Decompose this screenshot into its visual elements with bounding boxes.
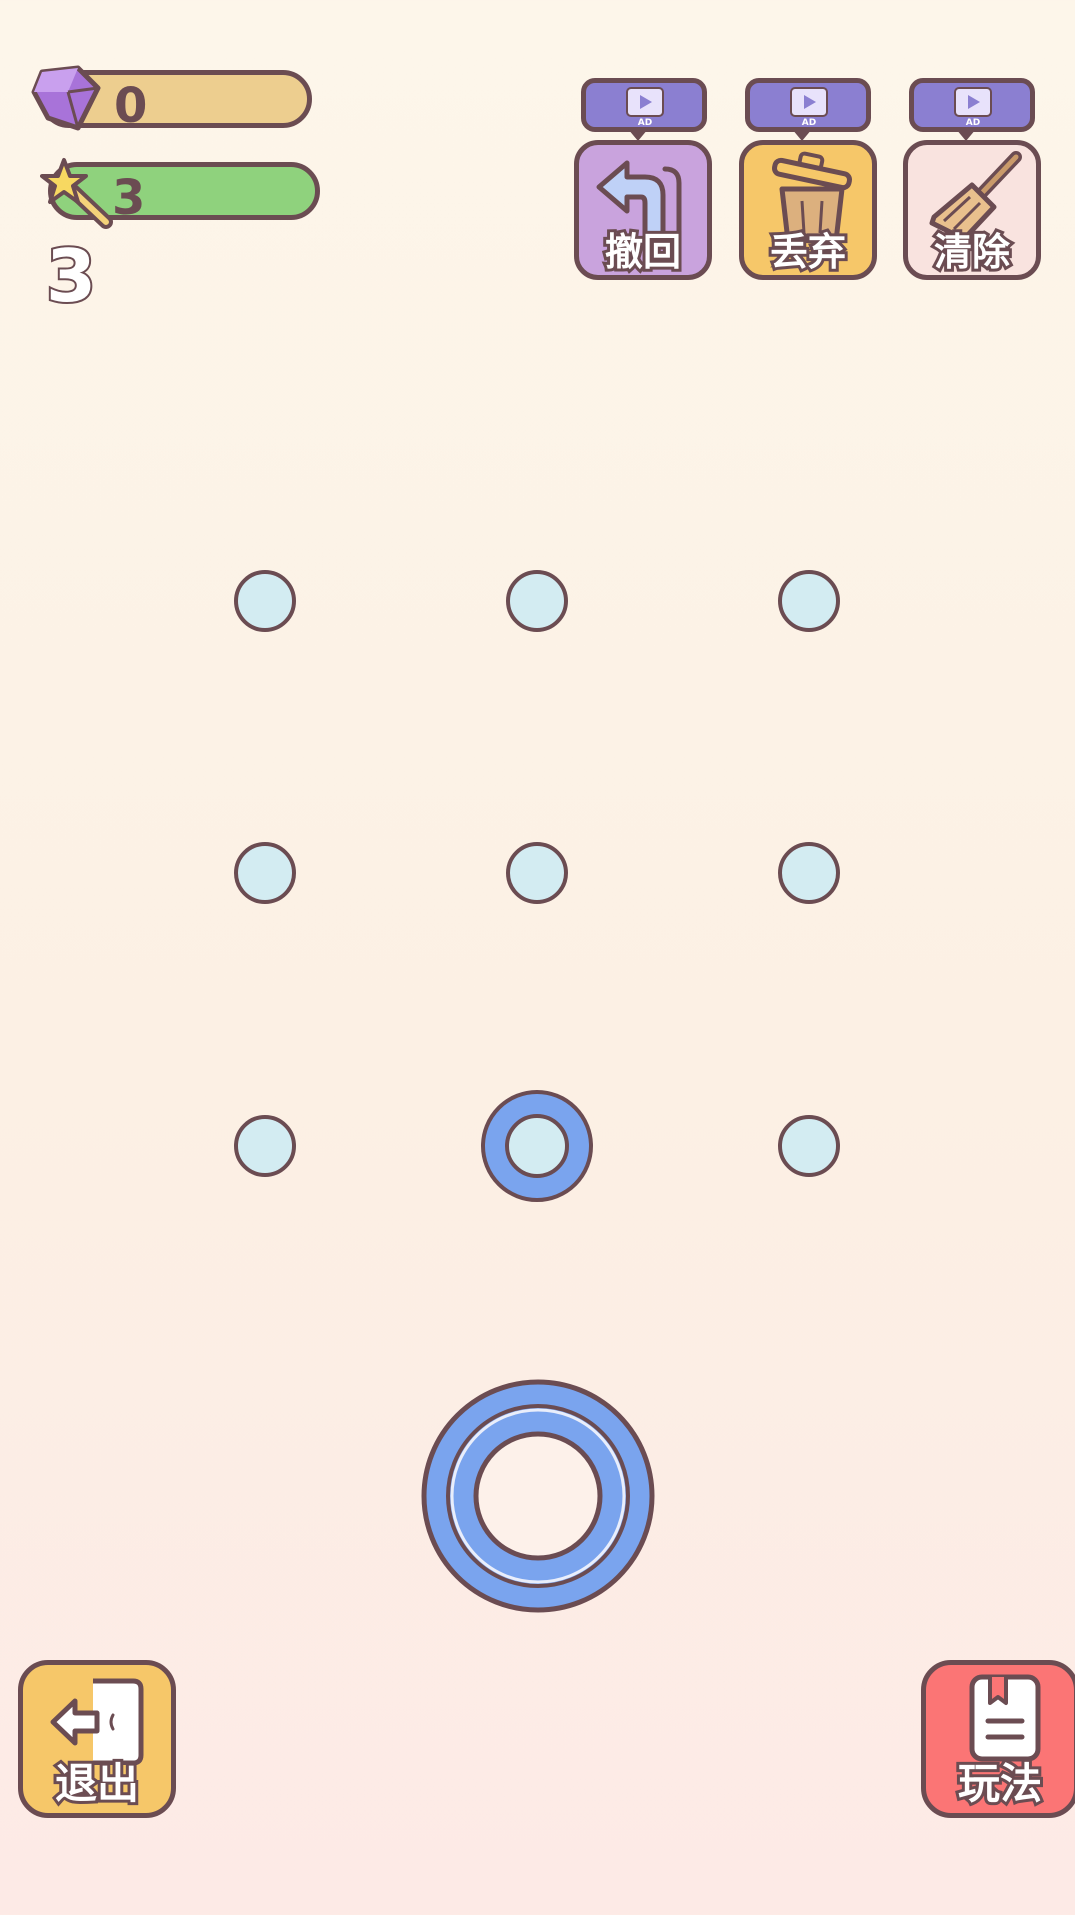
- board-dot-r2c1[interactable]: [234, 842, 296, 904]
- clear-button[interactable]: 清除: [903, 140, 1041, 280]
- svg-text:AD: AD: [966, 118, 980, 126]
- exit-door-icon: [50, 1678, 144, 1765]
- clear-label: 清除: [931, 230, 1013, 274]
- video-ad-icon: AD: [954, 87, 992, 126]
- video-ad-icon: AD: [626, 87, 664, 126]
- exit-label: 退出: [52, 1759, 142, 1808]
- undo-label: 撤回: [602, 230, 684, 274]
- board-dot-r3c1[interactable]: [234, 1115, 296, 1177]
- svg-text:AD: AD: [638, 118, 652, 126]
- board-dot-r3c2: [505, 1114, 569, 1178]
- discard-button[interactable]: 丢弃: [739, 140, 877, 280]
- board-dot-r1c2[interactable]: [506, 570, 568, 632]
- rules-button[interactable]: 玩法: [921, 1660, 1075, 1818]
- placed-small-ring[interactable]: [481, 1090, 593, 1202]
- gem-icon: [31, 65, 101, 131]
- board-dot-r2c2[interactable]: [506, 842, 568, 904]
- undo-button[interactable]: 撤回: [574, 140, 712, 280]
- undo-ad-tag: AD: [581, 78, 707, 141]
- clear-ad-tag: AD: [909, 78, 1035, 141]
- gem-count: 0: [114, 78, 148, 134]
- board-dot-r2c3[interactable]: [778, 842, 840, 904]
- level-number: 3: [44, 234, 98, 318]
- discard-ad-tag: AD: [745, 78, 871, 141]
- video-ad-icon: AD: [790, 87, 828, 126]
- exit-button[interactable]: 退出: [18, 1660, 176, 1818]
- rules-label: 玩法: [955, 1759, 1045, 1808]
- board-dot-r1c1[interactable]: [234, 570, 296, 632]
- board-dot-r3c3[interactable]: [778, 1115, 840, 1177]
- current-piece-large-ring[interactable]: [420, 1378, 656, 1614]
- rulebook-icon: [969, 1674, 1041, 1762]
- trash-can-icon: [771, 151, 853, 243]
- board-dot-r1c3[interactable]: [778, 570, 840, 632]
- discard-label: 丢弃: [767, 230, 849, 274]
- svg-text:AD: AD: [802, 118, 816, 126]
- magic-wand-icon: [40, 158, 113, 229]
